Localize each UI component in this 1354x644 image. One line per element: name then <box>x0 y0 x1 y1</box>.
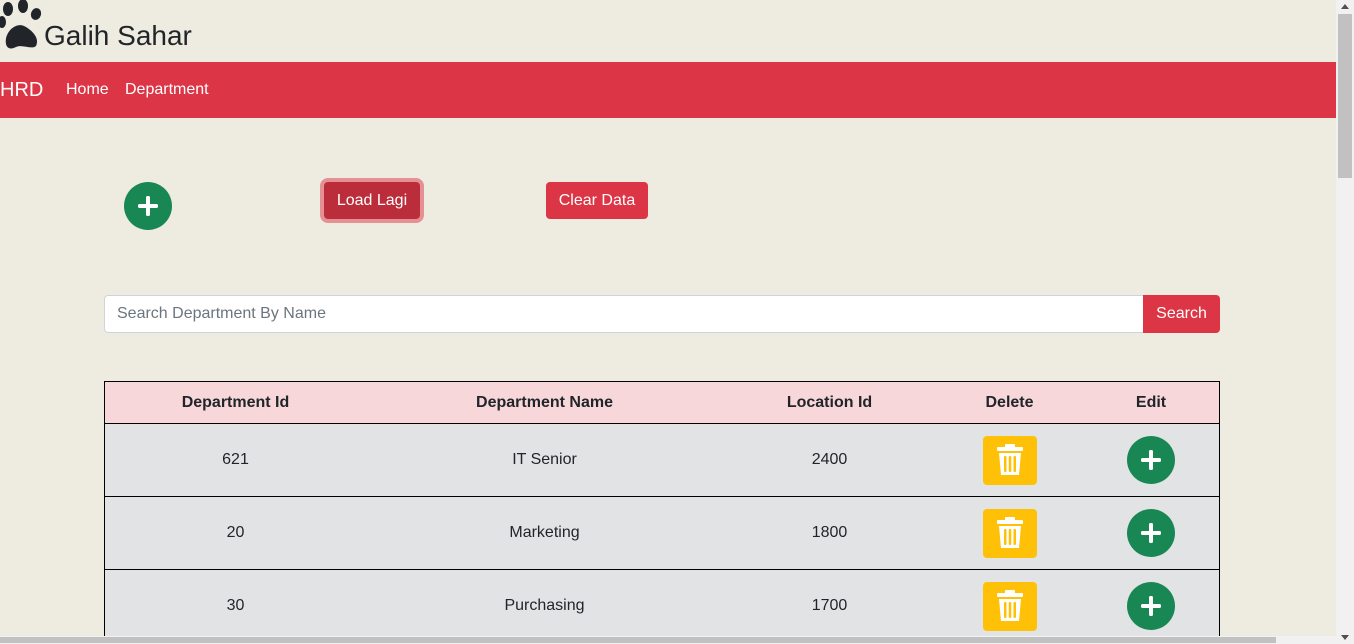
load-more-button[interactable]: Load Lagi <box>324 182 420 219</box>
delete-button[interactable] <box>982 508 1037 558</box>
header-location-id: Location Id <box>786 393 873 411</box>
edit-button[interactable] <box>1127 582 1175 630</box>
plus-circle-icon <box>138 196 158 216</box>
department-name-cell: IT Senior <box>512 451 577 468</box>
location-id-cell: 1700 <box>811 597 848 614</box>
clear-data-button[interactable]: Clear Data <box>546 182 648 219</box>
delete-button[interactable] <box>982 581 1037 631</box>
department-id-cell: 621 <box>222 451 249 468</box>
table-row: 20 Marketing 1800 <box>105 497 1219 570</box>
horizontal-scroll-thumb[interactable] <box>0 637 1276 643</box>
app-title: Galih Sahar <box>44 20 192 51</box>
nav-link-department[interactable]: Department <box>125 81 209 99</box>
edit-cell <box>1083 497 1219 569</box>
plus-circle-icon <box>1141 450 1161 470</box>
department-name-cell: Marketing <box>509 524 580 541</box>
title-bar: Galih Sahar <box>0 0 1336 62</box>
delete-cell <box>936 497 1083 569</box>
department-name-cell: Purchasing <box>504 597 585 614</box>
navbar: HRD Home Department <box>0 62 1336 118</box>
trash-icon <box>996 517 1023 548</box>
delete-cell <box>936 424 1083 496</box>
edit-button[interactable] <box>1127 436 1175 484</box>
horizontal-scrollbar[interactable] <box>0 636 1336 644</box>
header-department-name: Department Name <box>476 393 613 411</box>
department-table: Department Id Department Name Location I… <box>104 381 1220 643</box>
nav-link-home[interactable]: Home <box>66 81 109 99</box>
table-header-row: Department Id Department Name Location I… <box>105 382 1219 424</box>
plus-circle-icon <box>1141 596 1161 616</box>
header-department-id: Department Id <box>181 393 290 411</box>
edit-button[interactable] <box>1127 509 1175 557</box>
edit-cell <box>1083 570 1219 642</box>
vertical-scrollbar[interactable] <box>1336 0 1354 644</box>
search-input[interactable] <box>104 295 1143 333</box>
header-delete: Delete <box>985 393 1034 411</box>
paw-icon <box>0 0 42 49</box>
delete-cell <box>936 570 1083 642</box>
department-id-cell: 30 <box>226 597 245 614</box>
department-id-cell: 20 <box>226 524 245 541</box>
scroll-up-arrow-icon[interactable] <box>1341 4 1349 9</box>
table-row: 30 Purchasing 1700 <box>105 570 1219 643</box>
navbar-brand[interactable]: HRD <box>0 79 43 101</box>
search-button[interactable]: Search <box>1143 295 1220 333</box>
location-id-cell: 2400 <box>811 451 848 468</box>
header-edit: Edit <box>1135 393 1167 411</box>
scroll-down-arrow-icon[interactable] <box>1341 635 1349 640</box>
plus-circle-icon <box>1141 523 1161 543</box>
edit-cell <box>1083 424 1219 496</box>
trash-icon <box>996 590 1023 621</box>
delete-button[interactable] <box>982 435 1037 485</box>
location-id-cell: 1800 <box>811 524 848 541</box>
trash-icon <box>996 444 1023 475</box>
table-row: 621 IT Senior 2400 <box>105 424 1219 497</box>
add-department-button[interactable] <box>124 182 172 230</box>
vertical-scroll-thumb[interactable] <box>1338 14 1352 178</box>
